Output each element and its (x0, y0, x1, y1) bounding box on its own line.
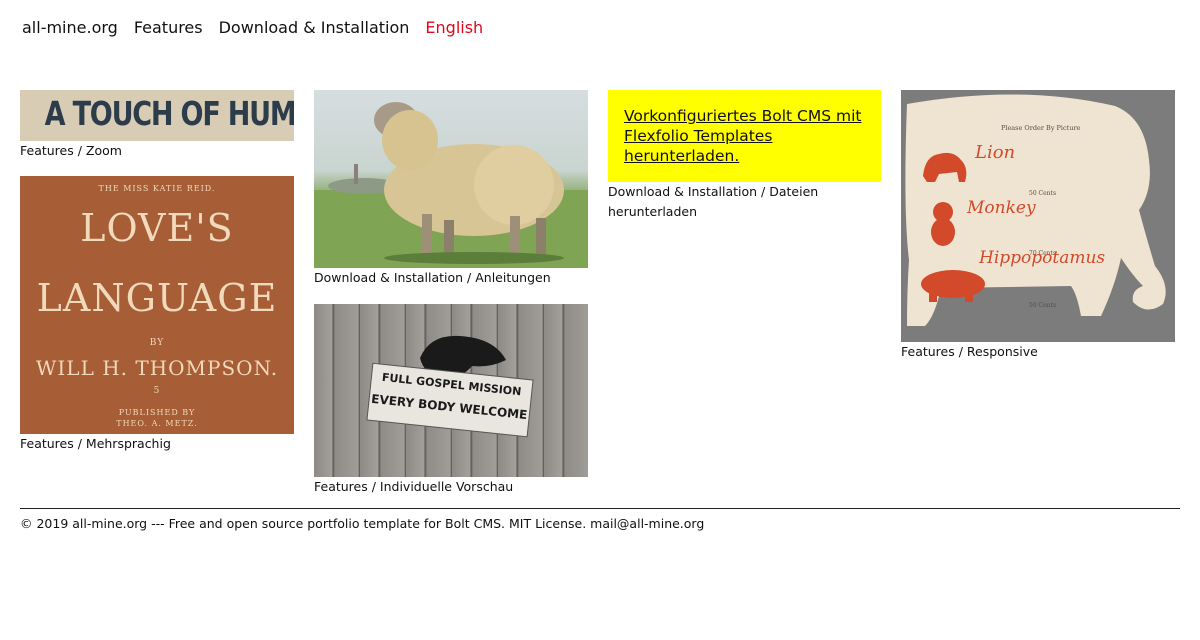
tile-caption[interactable]: Download & Installation / Anleitungen (314, 268, 588, 288)
tile-caption[interactable]: Download & Installation / Dateien herunt… (608, 182, 881, 222)
tile-image-barn-sign[interactable]: FULL GOSPEL MISSION EVERY BODY WELCOME (314, 304, 588, 477)
image-lettering: 50 Cents (1029, 190, 1057, 197)
tile-image-sheep[interactable] (314, 90, 588, 268)
footer-text: © 2019 all-mine.org --- Free and open so… (20, 516, 705, 531)
tile-caption[interactable]: Features / Individuelle Vorschau (314, 477, 588, 497)
portfolio-tile-anleitungen: Download & Installation / Anleitungen (314, 90, 588, 288)
lion-icon (923, 152, 967, 182)
portfolio-tile-dateien: Vorkonfiguriertes Bolt CMS mit Flexfolio… (608, 90, 881, 222)
nav-language-link[interactable]: English (425, 18, 483, 37)
image-lettering: THEO. A. METZ. (116, 419, 198, 428)
download-card[interactable]: Vorkonfiguriertes Bolt CMS mit Flexfolio… (608, 90, 881, 182)
image-lettering: 50 Cents (1029, 302, 1057, 309)
image-lettering: THE MISS KATIE REID. (98, 184, 216, 193)
tile-image-loves-language[interactable]: THE MISS KATIE REID. LOVE'S LANGUAGE BY … (20, 176, 294, 434)
image-lettering: PUBLISHED BY (118, 408, 196, 417)
image-lettering: 5 (153, 386, 161, 396)
tile-image-touch-of-humanity[interactable]: A TOUCH OF HUMANITY. (20, 90, 294, 141)
image-lettering: A TOUCH OF HUMANITY. (44, 94, 294, 133)
portfolio-tile-mehrsprachig: THE MISS KATIE REID. LOVE'S LANGUAGE BY … (20, 176, 294, 454)
tile-caption[interactable]: Features / Zoom (20, 141, 294, 161)
footer-divider (20, 508, 1180, 509)
tile-caption[interactable]: Features / Mehrsprachig (20, 434, 294, 454)
hippo-icon (921, 270, 985, 302)
image-lettering: Lion (975, 142, 1016, 163)
image-lettering: BY (149, 338, 165, 348)
portfolio-tile-vorschau: FULL GOSPEL MISSION EVERY BODY WELCOME F… (314, 304, 588, 497)
nav-home-link[interactable]: all-mine.org (22, 18, 118, 37)
nav-download-link[interactable]: Download & Installation (219, 18, 410, 37)
tile-caption[interactable]: Features / Responsive (901, 342, 1175, 362)
sheep-illustration (314, 102, 588, 268)
main-nav: all-mine.org Features Download & Install… (22, 18, 483, 37)
tile-image-elephant-menu[interactable]: Please Order By Picture Lion 50 Cents Mo… (901, 90, 1175, 342)
image-lettering: LOVE'S (80, 206, 234, 250)
image-lettering: WILL H. THOMPSON. (35, 356, 279, 380)
image-lettering: Please Order By Picture (1001, 124, 1081, 132)
image-lettering: LANGUAGE (36, 276, 278, 320)
image-lettering: Monkey (967, 198, 1036, 218)
portfolio-tile-responsive: Please Order By Picture Lion 50 Cents Mo… (901, 90, 1175, 362)
image-lettering: Hippopotamus (979, 248, 1106, 268)
nav-features-link[interactable]: Features (134, 18, 203, 37)
portfolio-tile-zoom: A TOUCH OF HUMANITY. Features / Zoom (20, 90, 294, 161)
monkey-icon (931, 202, 955, 246)
